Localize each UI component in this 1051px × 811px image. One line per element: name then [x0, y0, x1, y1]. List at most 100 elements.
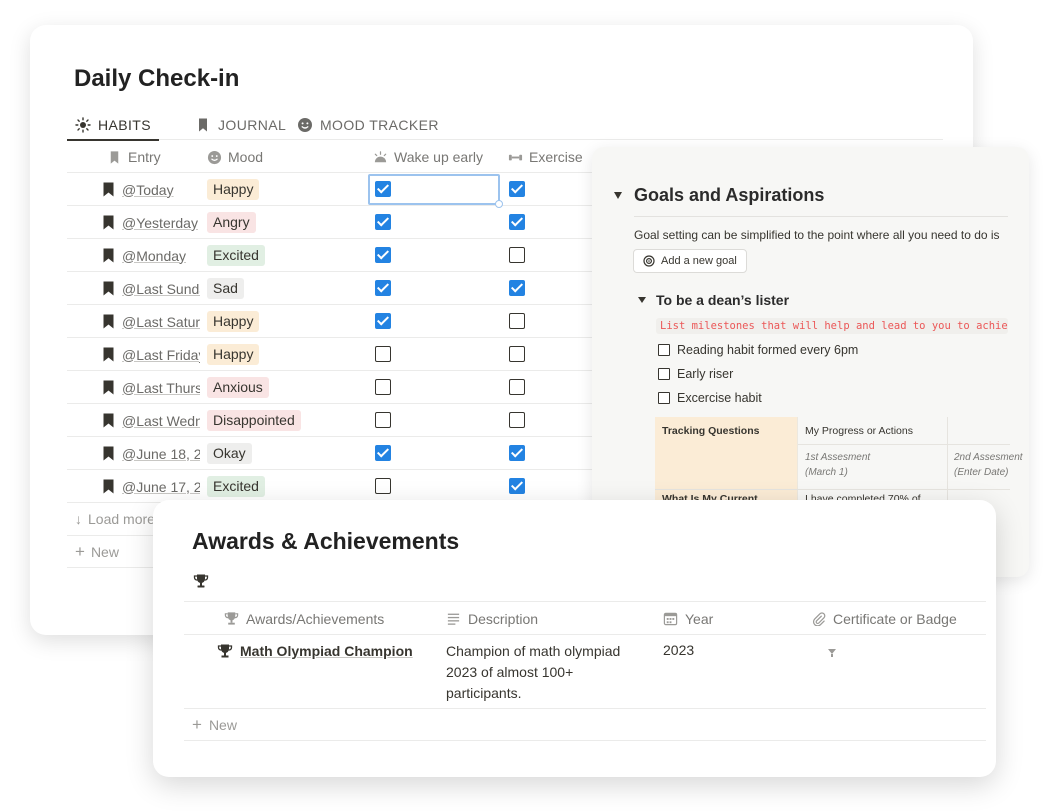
entry-cell[interactable]: @Today — [103, 173, 200, 206]
badge-thumbnail-icon[interactable] — [827, 645, 837, 663]
mood-tag[interactable]: Happy — [207, 179, 260, 200]
trophy-icon — [193, 573, 209, 594]
load-more-label: Load more — [88, 510, 155, 527]
entry-link[interactable]: @Last Thursday — [122, 380, 200, 396]
todo-checkbox[interactable] — [658, 368, 670, 380]
wake-up-early-checkbox[interactable] — [375, 214, 391, 230]
entry-cell[interactable]: @Last Saturday — [103, 305, 200, 338]
mood-tag[interactable]: Sad — [207, 278, 244, 299]
mood-tag[interactable]: Excited — [207, 245, 265, 266]
exercise-checkbox[interactable] — [509, 247, 525, 263]
entry-link[interactable]: @Last Sunday — [122, 281, 200, 297]
wake-up-early-checkbox[interactable] — [375, 346, 391, 362]
entry-link[interactable]: @June 18, 2023 — [122, 446, 200, 462]
mood-tag[interactable]: Happy — [207, 344, 260, 365]
exercise-checkbox[interactable] — [509, 346, 525, 362]
add-new-goal-button[interactable]: Add a new goal — [633, 249, 747, 273]
entry-link[interactable]: @Last Friday — [122, 347, 200, 363]
assessment-date: (March 1) — [805, 467, 848, 478]
trophy-icon — [217, 644, 233, 658]
dumbbell-icon — [508, 154, 523, 160]
tab-journal[interactable]: JOURNAL — [195, 110, 286, 140]
mood-tag[interactable]: Okay — [207, 443, 252, 464]
todo-label: Reading habit formed every 6pm — [677, 343, 859, 357]
wake-up-early-checkbox[interactable] — [375, 247, 391, 263]
entry-cell[interactable]: @Monday — [103, 239, 200, 272]
mood-tag[interactable]: Anxious — [207, 377, 269, 398]
bookmark-icon — [199, 118, 207, 132]
exercise-checkbox[interactable] — [509, 379, 525, 395]
entry-link[interactable]: @Monday — [122, 248, 200, 264]
entry-link[interactable]: @June 17, 2023 — [122, 479, 200, 495]
mood-tag[interactable]: Angry — [207, 212, 256, 233]
entry-link[interactable]: @Today — [122, 182, 200, 198]
wake-up-early-checkbox[interactable] — [375, 181, 391, 197]
mood-tag[interactable]: Happy — [207, 311, 260, 332]
todo-item[interactable]: Excercise habit — [658, 391, 762, 405]
entry-link[interactable]: @Last Wednesday — [122, 413, 200, 429]
column-awards[interactable]: Awards/Achievements — [224, 602, 384, 635]
column-wake-up-early[interactable]: Wake up early — [373, 141, 483, 173]
table-header-cell[interactable]: Tracking Questions — [662, 425, 759, 437]
assessment-2-cell[interactable]: 2nd Assesment (Enter Date) — [954, 450, 1023, 480]
todo-checkbox[interactable] — [658, 344, 670, 356]
entry-cell[interactable]: @Last Sunday — [103, 272, 200, 305]
entry-cell[interactable]: @Last Friday — [103, 338, 200, 371]
mood-tag[interactable]: Disappointed — [207, 410, 301, 431]
divider — [634, 216, 1008, 217]
entry-link[interactable]: @Last Saturday — [122, 314, 200, 330]
exercise-checkbox[interactable] — [509, 445, 525, 461]
wake-up-early-checkbox[interactable] — [375, 280, 391, 296]
exercise-checkbox[interactable] — [509, 214, 525, 230]
entry-cell[interactable]: @June 18, 2023 — [103, 437, 200, 470]
exercise-checkbox[interactable] — [509, 313, 525, 329]
goals-toggle-heading[interactable]: Goals and Aspirations — [614, 185, 824, 206]
column-certificate[interactable]: Certificate or Badge — [811, 602, 957, 635]
exercise-checkbox[interactable] — [509, 412, 525, 428]
assessment-label: 1st Assesment — [805, 452, 871, 463]
exercise-checkbox[interactable] — [509, 280, 525, 296]
wake-up-early-checkbox[interactable] — [375, 478, 391, 494]
column-description[interactable]: Description — [446, 602, 538, 635]
exercise-checkbox[interactable] — [509, 181, 525, 197]
entry-cell[interactable]: @Last Thursday — [103, 371, 200, 404]
todo-item[interactable]: Reading habit formed every 6pm — [658, 343, 858, 357]
smiley-icon — [207, 150, 222, 164]
entry-cell[interactable]: @Yesterday — [103, 206, 200, 239]
new-award-button[interactable]: + New — [184, 709, 986, 741]
subheading: To be a dean’s lister — [656, 292, 790, 308]
column-mood[interactable]: Mood — [207, 141, 263, 173]
wake-up-early-checkbox[interactable] — [375, 379, 391, 395]
entry-link[interactable]: @Yesterday — [122, 215, 200, 231]
page-title: Daily Check-in — [74, 65, 240, 92]
row-divider — [655, 489, 1010, 490]
wake-up-early-checkbox[interactable] — [375, 313, 391, 329]
table-header-cell[interactable]: My Progress or Actions — [805, 425, 913, 437]
new-label: New — [208, 716, 237, 733]
mood-tag[interactable]: Excited — [207, 476, 265, 497]
wake-up-early-checkbox[interactable] — [375, 445, 391, 461]
bookmark-icon — [103, 380, 114, 395]
entry-cell[interactable]: @June 17, 2023 — [103, 470, 200, 503]
table-row[interactable]: Math Olympiad Champion Champion of math … — [184, 635, 986, 709]
column-year[interactable]: Year — [663, 602, 713, 635]
bookmark-icon — [103, 215, 114, 230]
bookmark-icon — [103, 314, 114, 329]
bookmark-icon — [103, 446, 114, 461]
deans-lister-toggle[interactable]: To be a dean’s lister — [638, 292, 789, 308]
bookmark-icon — [103, 248, 114, 263]
wake-up-early-checkbox[interactable] — [375, 412, 391, 428]
toggle-triangle-icon — [638, 297, 646, 303]
todo-checkbox[interactable] — [658, 392, 670, 404]
todo-item[interactable]: Early riser — [658, 367, 733, 381]
calendar-icon — [663, 612, 678, 626]
column-entry[interactable]: Entry — [107, 141, 161, 173]
tab-habits[interactable]: HABITS — [67, 110, 159, 141]
awards-title: Awards & Achievements — [192, 528, 460, 554]
exercise-checkbox[interactable] — [509, 478, 525, 494]
assessment-1-cell[interactable]: 1st Assesment (March 1) — [805, 450, 870, 480]
tab-mood-tracker[interactable]: MOOD TRACKER — [297, 110, 439, 140]
award-name-link[interactable]: Math Olympiad Champion — [217, 643, 413, 659]
entry-cell[interactable]: @Last Wednesday — [103, 404, 200, 437]
column-exercise[interactable]: Exercise — [508, 141, 583, 173]
